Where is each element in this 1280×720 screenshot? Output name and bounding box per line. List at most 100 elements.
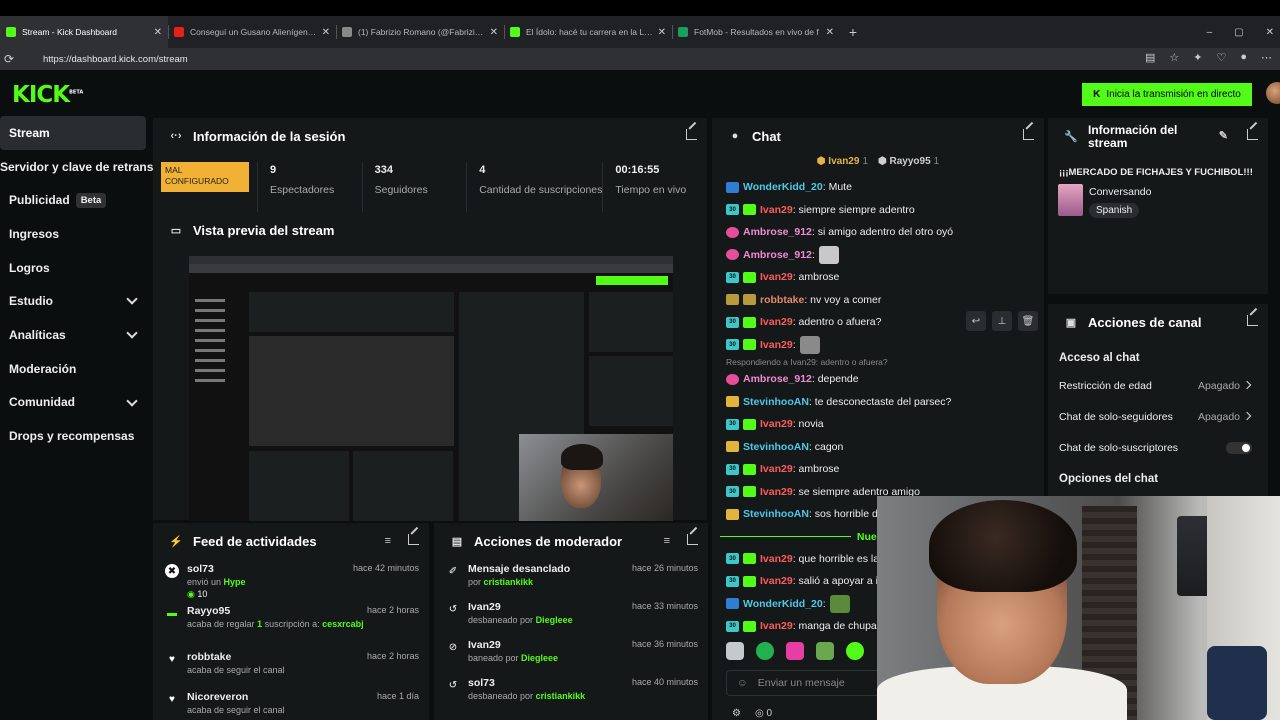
close-window-icon[interactable]: ✕	[1266, 27, 1274, 38]
emote-icon[interactable]	[726, 642, 744, 660]
chat-message[interactable]: 30 Ivan29: ambrose	[712, 266, 1044, 289]
browser-tab[interactable]: FotMob - Resultados en vivo de f ✕	[672, 16, 840, 48]
favorites-icon[interactable]: ♡	[1216, 51, 1226, 64]
feed-item-detail: acaba de seguir el canal	[187, 705, 285, 715]
followers-only-row[interactable]: Chat de solo-seguidores Apagado	[1048, 401, 1268, 432]
emote-icon[interactable]	[786, 642, 804, 660]
browser-tab[interactable]: Stream - Kick Dashboard ✕	[0, 16, 168, 48]
expand-icon[interactable]	[1247, 129, 1258, 140]
close-icon[interactable]: ✕	[322, 27, 330, 38]
top-gifter[interactable]: ⬢ Rayyo95 1	[878, 156, 939, 174]
chat-message[interactable]: StevinhooAN: cagon	[712, 436, 1044, 459]
filter-icon[interactable]: ≡	[664, 535, 670, 547]
sidebar-item-community[interactable]: Comunidad	[0, 386, 146, 420]
sidebar-item-income[interactable]: Ingresos	[0, 217, 146, 251]
expand-icon[interactable]	[687, 534, 698, 545]
chat-message[interactable]: Ambrose_912:	[712, 244, 1044, 267]
reply-icon[interactable]: ↩	[966, 311, 986, 331]
browser-tab[interactable]: El Ídolo: hacé tu carrera en la Liga ✕	[504, 16, 672, 48]
age-restriction-row[interactable]: Restricción de edad Apagado	[1048, 370, 1268, 401]
points-icon[interactable]: ◎ 0	[755, 708, 772, 719]
pin-icon[interactable]: ⊥	[992, 311, 1012, 331]
chat-username[interactable]: Ivan29	[760, 553, 793, 565]
top-gifter[interactable]: ⬢ Ivan29 1	[817, 156, 868, 174]
stream-preview-video[interactable]	[189, 256, 673, 521]
edit-pencil-icon[interactable]: ✎	[1219, 130, 1228, 143]
chat-message[interactable]: StevinhooAN: te desconectaste del parsec…	[712, 391, 1044, 414]
emote-icon[interactable]	[816, 642, 834, 660]
chat-username[interactable]: Ivan29	[760, 463, 793, 475]
chat-message[interactable]: 30 Ivan29: siempre siempre adentro	[712, 199, 1044, 222]
webcam-person	[929, 500, 1077, 592]
browser-tab[interactable]: Conseguí un Gusano Alienígena d ✕	[168, 16, 336, 48]
emote-icon[interactable]	[756, 642, 774, 660]
chat-username[interactable]: robbtake	[760, 294, 804, 306]
chat-username[interactable]: Ivan29	[760, 204, 793, 216]
chat-username[interactable]: StevinhooAN	[743, 508, 809, 520]
emote-icon[interactable]	[846, 642, 864, 660]
chat-username[interactable]: Ivan29	[760, 486, 793, 498]
filter-icon[interactable]: ≡	[385, 535, 391, 547]
minimize-icon[interactable]: –	[1207, 27, 1213, 38]
feed-item: ✖ sol73 envió un Hype ◉ 10 hace 42 minutos	[153, 563, 429, 600]
chat-username[interactable]: Ambrose_912	[743, 249, 812, 261]
sidebar-item-drops[interactable]: Drops y recompensas	[0, 419, 146, 453]
sidebar-item-server-key[interactable]: Servidor y clave de retransmisión	[0, 150, 192, 184]
chat-message[interactable]: Ambrose_912: depende	[712, 368, 1044, 391]
extensions-icon[interactable]: ✦	[1193, 51, 1202, 64]
chat-username[interactable]: WonderKidd_20	[743, 181, 823, 193]
maximize-icon[interactable]: ▢	[1234, 27, 1243, 38]
sidebar-item-studio[interactable]: Estudio	[0, 284, 146, 318]
sidebar-item-achievements[interactable]: Logros	[0, 251, 146, 285]
browser-tab[interactable]: (1) Fabrizio Romano (@FabrizioRo ✕	[336, 16, 504, 48]
expand-icon[interactable]	[1023, 129, 1034, 140]
close-icon[interactable]: ✕	[490, 27, 498, 38]
chat-message[interactable]: 30 Ivan29: adentro o afuera? ↩ ⊥ 🗑	[712, 311, 1044, 334]
chat-username[interactable]: StevinhooAN	[743, 396, 809, 408]
points-count: 0	[766, 708, 773, 719]
chat-username[interactable]: Ivan29	[760, 316, 793, 328]
sidebar-item-ads[interactable]: Publicidad Beta	[0, 183, 146, 217]
sidebar-item-analytics[interactable]: Analíticas	[0, 318, 146, 352]
expand-icon[interactable]	[408, 534, 419, 545]
reader-icon[interactable]: ▤	[1145, 51, 1155, 64]
chat-username[interactable]: WonderKidd_20	[743, 598, 823, 610]
go-live-button[interactable]: K Inicia la transmisión en directo	[1082, 83, 1252, 106]
close-icon[interactable]: ✕	[826, 27, 834, 38]
chat-message[interactable]: 30 Ivan29: ambrose	[712, 458, 1044, 481]
row-value: Apagado	[1197, 379, 1240, 392]
chat-username[interactable]: Ivan29	[760, 575, 793, 587]
chat-username[interactable]: Ivan29	[760, 620, 793, 632]
chat-message[interactable]: robbtake: nv voy a comer	[712, 289, 1044, 312]
reload-icon[interactable]: ⟳	[4, 52, 14, 66]
close-icon[interactable]: ✕	[154, 27, 162, 38]
chat-message[interactable]: 30 Ivan29: novia	[712, 413, 1044, 436]
profile-icon[interactable]: ●	[1240, 51, 1247, 64]
address-bar[interactable]: ⟳ https://dashboard.kick.com/stream ▤ ☆ …	[0, 48, 1280, 70]
sidebar-item-stream[interactable]: Stream	[0, 116, 146, 150]
chat-message[interactable]: WonderKidd_20: Mute	[712, 176, 1044, 199]
emoji-icon[interactable]: ☺	[737, 677, 748, 689]
chat-username[interactable]: StevinhooAN	[743, 441, 809, 453]
settings-icon[interactable]: ⚙	[732, 708, 741, 719]
expand-icon[interactable]	[686, 129, 697, 140]
kick-logo[interactable]: KICKBETA	[12, 82, 83, 108]
chat-username[interactable]: Ivan29	[760, 339, 793, 351]
new-tab-icon[interactable]: +	[840, 16, 866, 48]
chat-username[interactable]: Ivan29	[760, 271, 793, 283]
chat-username[interactable]: Ivan29	[760, 418, 793, 430]
chat-message[interactable]: Ambrose_912: si amigo adentro del otro o…	[712, 221, 1044, 244]
chat-username[interactable]: Ambrose_912	[743, 226, 812, 238]
sidebar-item-moderation[interactable]: Moderación	[0, 352, 146, 386]
favorite-star-icon[interactable]: ☆	[1169, 51, 1179, 64]
chat-message[interactable]: 30 Ivan29:	[712, 334, 1044, 357]
close-icon[interactable]: ✕	[658, 27, 666, 38]
user-avatar[interactable]	[1266, 82, 1280, 104]
chat-username[interactable]: Ambrose_912	[743, 373, 812, 385]
expand-icon[interactable]	[1247, 315, 1258, 326]
url-text[interactable]: https://dashboard.kick.com/stream	[43, 54, 188, 65]
subs-only-toggle[interactable]	[1226, 442, 1252, 454]
feed-detail-text: envió un	[187, 577, 224, 587]
delete-icon[interactable]: 🗑	[1018, 311, 1038, 331]
more-icon[interactable]: ⋯	[1261, 51, 1272, 64]
